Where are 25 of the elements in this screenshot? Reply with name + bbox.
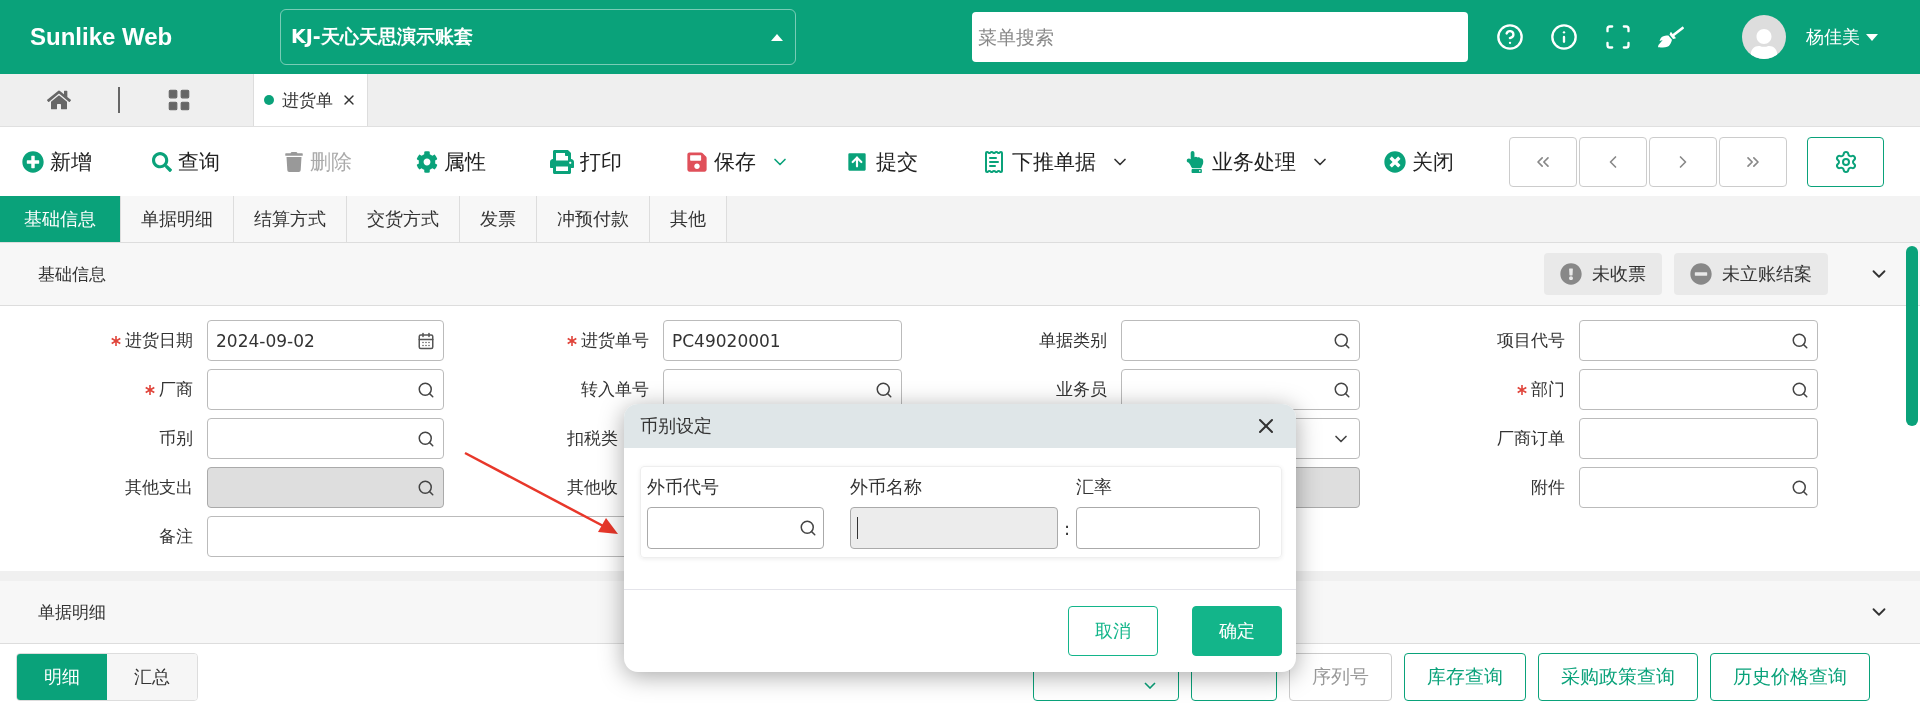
section-title: 单据明细 [38,600,106,624]
section-title: 基础信息 [38,262,106,286]
field-label: 厂商 [159,378,193,401]
field-label: 单据类别 [1039,329,1107,352]
field-label: 转入单号 [581,378,649,401]
field-label: 项目代号 [1497,329,1565,352]
dialog-title: 币别设定 [640,414,712,438]
column-label: 外币名称 [850,475,923,499]
status-badge: 未收票 [1544,253,1662,295]
field-label: 业务员 [1056,378,1107,401]
field-label: 其他支出 [125,476,193,499]
status-badge: 未立账结案 [1674,253,1828,295]
column-label: 汇率 [1076,475,1113,499]
field-label: 扣税类 [567,427,618,450]
field-label: 附件 [1531,476,1565,499]
field-label: 进货日期 [125,329,193,352]
app-title: Sunlike Web [30,23,174,51]
field-label: 部门 [1531,378,1565,401]
column-label: 外币代号 [647,475,720,499]
field-label: 备注 [159,525,193,548]
field-label: 其他收 [567,476,618,499]
field-label: 币别 [159,427,193,450]
field-label: 进货单号 [581,329,649,352]
field-label: 厂商订单 [1497,427,1565,450]
separator-text: : [1062,516,1072,541]
